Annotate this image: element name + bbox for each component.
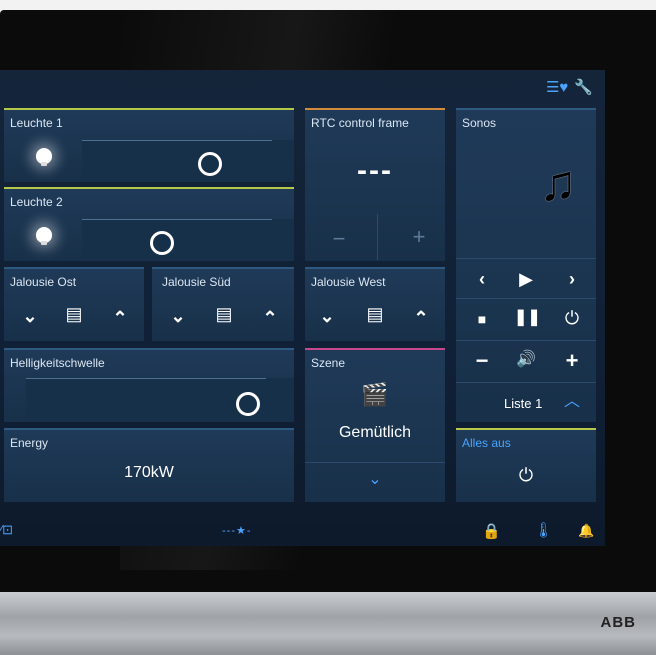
tile-rtc-label: RTC control frame <box>311 116 409 130</box>
tile-jalousie-west-label: Jalousie West <box>311 275 386 289</box>
chevron-down-icon[interactable]: ⌄ <box>363 472 387 488</box>
tile-alles-aus-label: Alles aus <box>462 436 511 450</box>
rtc-minus-button[interactable]: − <box>319 228 359 250</box>
bulb-icon[interactable] <box>36 227 52 245</box>
tile-jalousie-west[interactable]: Jalousie West ⌄ ▤ ⌃ <box>305 267 445 341</box>
tile-energy-label: Energy <box>10 436 49 450</box>
top-toolbar: ☰♥ 🔧 <box>546 78 593 96</box>
tile-szene[interactable]: Szene 🎬 Gemütlich ⌄ <box>305 348 445 502</box>
abb-logo: ABB <box>600 614 636 631</box>
rtc-divider <box>377 214 378 260</box>
leuchte-2-slider-track <box>82 219 272 220</box>
blind-icon[interactable]: ▤ <box>62 305 86 323</box>
szene-value: Gemütlich <box>338 424 412 441</box>
bell-icon[interactable]: 🔔 <box>578 523 594 539</box>
leuchte-2-slider-knob[interactable] <box>150 231 174 255</box>
speaker-icon: 🔊 <box>516 351 536 368</box>
energy-value: 170kW <box>124 464 174 481</box>
tile-szene-label: Szene <box>311 356 346 370</box>
tile-jalousie-sued[interactable]: Jalousie Süd ⌄ ▤ ⌃ <box>152 267 294 341</box>
tile-jalousie-ost[interactable]: Jalousie Ost ⌄ ▤ ⌃ <box>4 267 144 341</box>
leuchte-1-slider-track <box>82 140 272 141</box>
tile-leuchte-1-label: Leuchte 1 <box>10 116 63 130</box>
thermometer-icon[interactable]: 🌡 <box>534 521 553 539</box>
tile-rtc-control-frame[interactable]: RTC control frame --- − + <box>305 108 445 261</box>
tile-leuchte-2[interactable]: Leuchte 2 <box>4 187 294 261</box>
power-icon[interactable]: ⏻ <box>560 309 584 327</box>
sonos-divider-4 <box>456 382 596 383</box>
chevron-down-icon[interactable]: ⌄ <box>166 307 190 325</box>
chevron-up-icon[interactable]: ⌃ <box>108 309 132 327</box>
volume-up-icon[interactable]: + <box>560 350 584 372</box>
volume-down-icon[interactable]: − <box>470 350 494 372</box>
chevron-down-icon[interactable]: ⌄ <box>18 307 42 325</box>
steel-frame: ABB <box>0 592 656 655</box>
tile-leuchte-2-label: Leuchte 2 <box>10 195 63 209</box>
tile-jalousie-sued-label: Jalousie Süd <box>162 275 231 289</box>
chevron-down-icon[interactable]: ⌄ <box>315 307 339 325</box>
status-bar: ⁄⊡ ---★- 🔒 🌡 🔔 <box>0 520 605 546</box>
pause-icon[interactable]: ❚❚ <box>514 310 541 326</box>
leuchte-1-slider-knob[interactable] <box>198 152 222 176</box>
sonos-divider-2 <box>456 298 596 299</box>
favorites-list-icon[interactable]: ☰♥ <box>546 78 568 96</box>
room-icon[interactable]: ⁄⊡ <box>0 522 13 538</box>
blind-icon[interactable]: ▤ <box>212 305 236 323</box>
next-icon[interactable]: › <box>560 270 584 288</box>
helligkeit-slider-knob[interactable] <box>236 392 260 416</box>
rtc-plus-button[interactable]: + <box>399 226 439 248</box>
tile-jalousie-ost-label: Jalousie Ost <box>10 275 77 289</box>
leuchte-2-slider-bg <box>82 219 294 259</box>
chevron-up-icon[interactable]: ⌃ <box>258 309 282 327</box>
leuchte-1-slider-bg <box>82 140 294 180</box>
clapperboard-icon: 🎬 <box>361 382 389 407</box>
previous-icon[interactable]: ‹ <box>470 270 494 288</box>
tile-leuchte-1[interactable]: Leuchte 1 <box>4 108 294 182</box>
sonos-divider-1 <box>456 258 596 259</box>
play-icon[interactable]: ▶ <box>514 270 538 288</box>
sonos-divider-3 <box>456 340 596 341</box>
tile-alles-aus[interactable]: Alles aus ⏻ <box>456 428 596 502</box>
chevron-up-icon[interactable]: ⌃ <box>409 309 433 327</box>
music-note-icon: ♫ <box>539 155 577 211</box>
chevron-up-icon[interactable]: ︿ <box>560 394 584 410</box>
szene-divider <box>305 462 445 463</box>
helligkeit-slider-track <box>26 378 266 379</box>
stop-icon[interactable]: ■ <box>470 312 494 326</box>
rtc-value: --- <box>357 154 393 187</box>
tile-energy[interactable]: Energy 170kW <box>4 428 294 502</box>
blind-icon[interactable]: ▤ <box>363 305 387 323</box>
touch-screen: ☰♥ 🔧 Leuchte 1 Leuchte 2 RTC control fra… <box>0 70 605 546</box>
power-icon[interactable]: ⏻ <box>514 466 538 484</box>
tile-sonos-label: Sonos <box>462 116 497 130</box>
sonos-list-label[interactable]: Liste 1 <box>504 396 542 411</box>
wrench-icon[interactable]: 🔧 <box>574 78 593 96</box>
lock-icon[interactable]: 🔒 <box>482 522 501 540</box>
tile-helligkeitschwelle[interactable]: Helligkeitschwelle <box>4 348 294 422</box>
tile-sonos[interactable]: Sonos ♫ ‹ ▶ › ■ ❚❚ ⏻ − 🔊 + Liste 1 ︿ <box>456 108 596 422</box>
bulb-icon[interactable] <box>36 148 52 166</box>
tile-helligkeitschwelle-label: Helligkeitschwelle <box>10 356 105 370</box>
page-indicator[interactable]: ---★- <box>222 524 252 537</box>
